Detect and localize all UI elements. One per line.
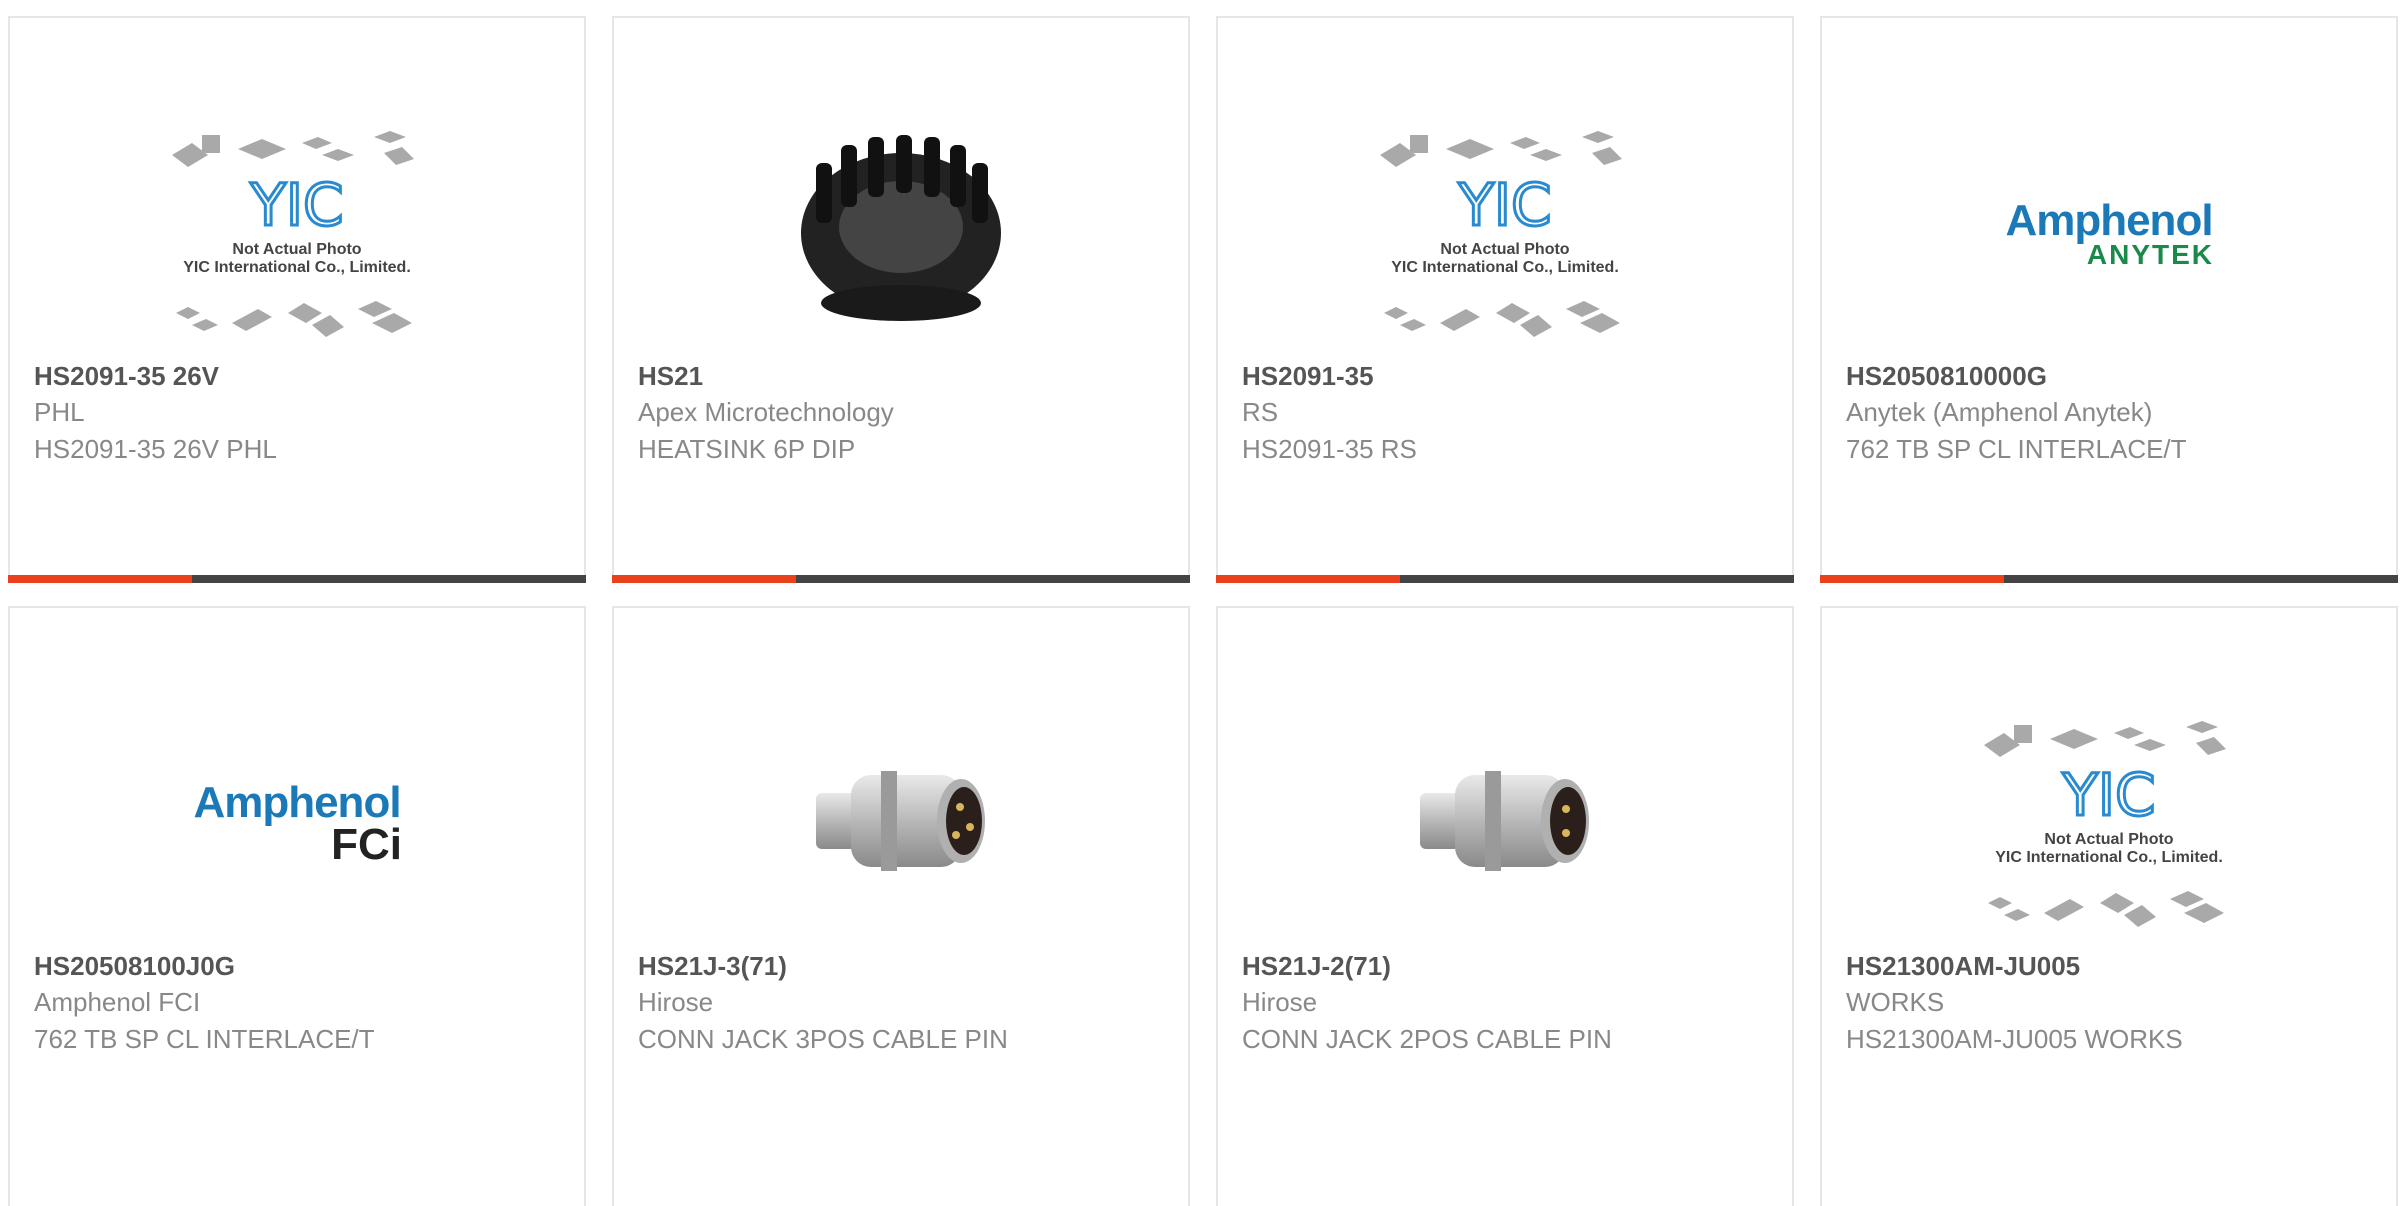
manufacturer: Hirose xyxy=(1242,987,1318,1017)
manufacturer: Anytek (Amphenol Anytek) xyxy=(1846,397,2153,427)
product-image[interactable] xyxy=(1218,688,1792,958)
description: HS2091-35 RS xyxy=(1242,434,1417,464)
svg-text:YIC: YIC xyxy=(2061,761,2155,829)
svg-text:YIC: YIC xyxy=(1457,171,1551,239)
connector-image xyxy=(816,771,985,871)
placeholder-image: YIC Not Actual Photo YIC International C… xyxy=(1974,703,2244,943)
manufacturer: WORKS xyxy=(1846,987,1945,1017)
description: HS21300AM-JU005 WORKS xyxy=(1846,1024,2183,1054)
manufacturer: PHL xyxy=(34,397,85,427)
product-image[interactable] xyxy=(614,98,1188,368)
product-image[interactable]: YIC Not Actual Photo YIC International C… xyxy=(10,98,584,368)
part-number[interactable]: HS20508100J0G xyxy=(34,948,564,984)
placeholder-image: YIC Not Actual Photo YIC International C… xyxy=(1370,113,1640,353)
company-label: YIC International Co., Limited. xyxy=(1995,849,2223,866)
svg-text:YIC: YIC xyxy=(249,171,343,239)
product-card[interactable]: HS21J-2(71) Hirose CONN JACK 2POS CABLE … xyxy=(1216,606,1794,1206)
product-grid: YIC Not Actual Photo YIC International C… xyxy=(8,16,2400,583)
product-image[interactable]: YIC Not Actual Photo YIC International C… xyxy=(1822,688,2396,958)
not-actual-photo-label: Not Actual Photo xyxy=(1440,241,1570,258)
product-card[interactable]: Amphenol ANYTEK HS2050810000G Anytek (Am… xyxy=(1820,16,2398,583)
part-number[interactable]: HS21J-3(71) xyxy=(638,948,1168,984)
company-label: YIC International Co., Limited. xyxy=(183,259,411,276)
product-card[interactable]: HS21 Apex Microtechnology HEATSINK 6P DI… xyxy=(612,16,1190,583)
not-actual-photo-label: Not Actual Photo xyxy=(2044,831,2174,848)
description: 762 TB SP CL INTERLACE/T xyxy=(1846,434,2187,464)
part-number[interactable]: HS21 xyxy=(638,358,1168,394)
product-card[interactable]: YIC Not Actual Photo YIC International C… xyxy=(1216,16,1794,583)
manufacturer: RS xyxy=(1242,397,1279,427)
company-label: YIC International Co., Limited. xyxy=(1391,259,1619,276)
product-grid-row-2: Amphenol FCi HS20508100J0G Amphenol FCI … xyxy=(8,606,2400,1206)
product-image[interactable]: Amphenol FCi xyxy=(10,688,584,958)
product-card[interactable]: YIC Not Actual Photo YIC International C… xyxy=(8,16,586,583)
placeholder-image: YIC Not Actual Photo YIC International C… xyxy=(162,113,432,353)
part-number[interactable]: HS2050810000G xyxy=(1846,358,2376,394)
description: CONN JACK 3POS CABLE PIN xyxy=(638,1024,1008,1054)
chip-icons: YIC xyxy=(1984,721,2226,927)
product-image[interactable] xyxy=(614,688,1188,958)
card-bar xyxy=(1820,575,2398,583)
card-bar xyxy=(612,575,1190,583)
heatsink-image xyxy=(801,135,1001,321)
connector-image xyxy=(1420,771,1589,871)
card-bar xyxy=(8,575,586,583)
product-card[interactable]: YIC Not Actual Photo YIC International C… xyxy=(1820,606,2398,1206)
amphenol-fci-logo: Amphenol FCi xyxy=(193,778,402,869)
manufacturer: Apex Microtechnology xyxy=(638,397,894,427)
description: 762 TB SP CL INTERLACE/T xyxy=(34,1024,375,1054)
card-bar xyxy=(1216,575,1794,583)
manufacturer: Hirose xyxy=(638,987,714,1017)
manufacturer: Amphenol FCI xyxy=(34,987,201,1017)
description: HS2091-35 26V PHL xyxy=(34,434,277,464)
amphenol-anytek-logo: Amphenol ANYTEK xyxy=(2005,196,2214,270)
chip-icons: YIC xyxy=(172,131,414,337)
product-card[interactable]: Amphenol FCi HS20508100J0G Amphenol FCI … xyxy=(8,606,586,1206)
product-image[interactable]: YIC Not Actual Photo YIC International C… xyxy=(1218,98,1792,368)
product-card[interactable]: HS21J-3(71) Hirose CONN JACK 3POS CABLE … xyxy=(612,606,1190,1206)
part-number[interactable]: HS21300AM-JU005 xyxy=(1846,948,2376,984)
description: HEATSINK 6P DIP xyxy=(638,434,856,464)
product-image[interactable]: Amphenol ANYTEK xyxy=(1822,98,2396,368)
part-number[interactable]: HS2091-35 xyxy=(1242,358,1772,394)
part-number[interactable]: HS21J-2(71) xyxy=(1242,948,1772,984)
description: CONN JACK 2POS CABLE PIN xyxy=(1242,1024,1612,1054)
chip-icons: YIC xyxy=(1380,131,1622,337)
not-actual-photo-label: Not Actual Photo xyxy=(232,241,362,258)
part-number[interactable]: HS2091-35 26V xyxy=(34,358,564,394)
